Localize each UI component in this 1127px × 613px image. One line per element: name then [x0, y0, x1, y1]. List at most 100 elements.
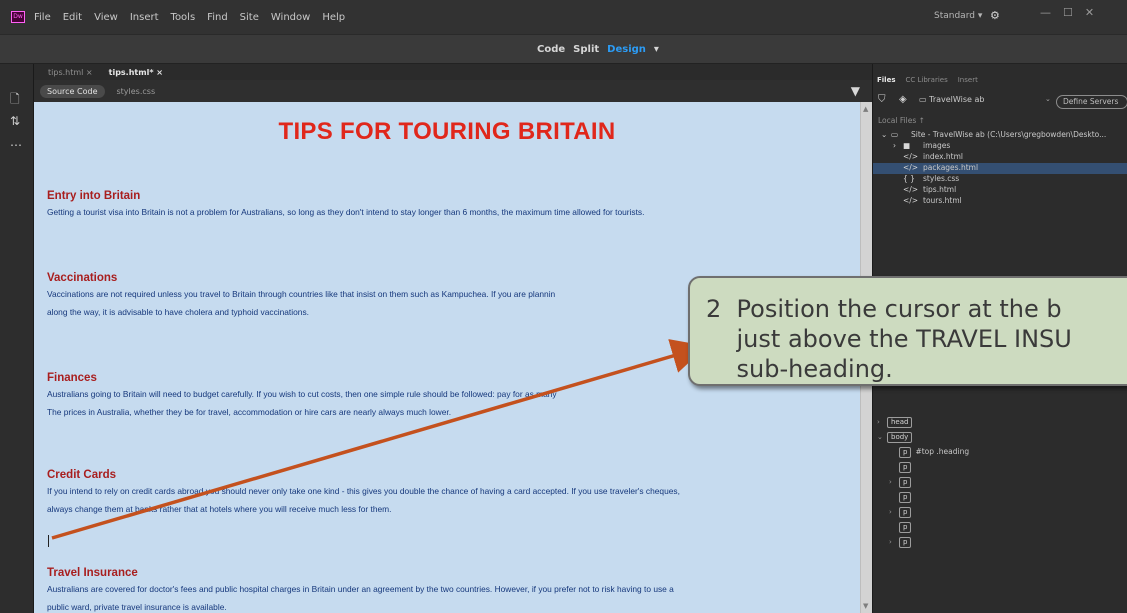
close-icon[interactable]: ×: [86, 68, 93, 77]
dom-tag: p: [899, 492, 912, 503]
expand-icon[interactable]: ›: [877, 418, 880, 426]
dom-node[interactable]: › p: [889, 537, 915, 549]
dom-node[interactable]: ⌄ body: [877, 432, 916, 444]
maximize-icon[interactable]: ☐: [1063, 6, 1073, 19]
file-name: images: [923, 141, 951, 150]
dom-tag: p: [899, 477, 912, 488]
workspace-switcher[interactable]: Standard ▾: [934, 11, 982, 21]
tab-files[interactable]: Files: [877, 76, 896, 84]
dom-node[interactable]: p: [889, 462, 915, 474]
menu-item[interactable]: Insert: [130, 12, 159, 23]
file-name: index.html: [923, 152, 963, 161]
view-bar: Code Split Design ▾: [0, 34, 1127, 64]
menu-item[interactable]: Help: [322, 12, 345, 23]
menu-items: File Edit View Insert Tools Find Site Window Hel…: [34, 12, 357, 23]
section-heading: Entry into Britain: [47, 190, 141, 202]
source-code-button[interactable]: Source Code: [40, 84, 105, 98]
file-tree-row[interactable]: </> packages.html: [873, 163, 1127, 174]
filter-icon[interactable]: ▼: [851, 84, 860, 98]
view-switcher: Code Split Design ▾: [537, 44, 659, 55]
expand-icon[interactable]: ⌄: [877, 433, 883, 441]
file-type-icon: ■: [903, 141, 911, 150]
dom-node[interactable]: › p: [889, 477, 915, 489]
file-type-icon: </>: [903, 196, 919, 205]
define-servers-button[interactable]: Define Servers: [1056, 95, 1127, 109]
files-toolbar: ⛉ ◈ ▭ TravelWise ab ⌄ Define Servers: [873, 92, 1127, 112]
callout-text: 2 Position the cursor at the b just abov…: [706, 295, 1072, 383]
view-split-button[interactable]: Split: [573, 44, 599, 55]
section-body-line: Australians going to Britain will need t…: [47, 389, 557, 399]
menu-item[interactable]: Edit: [63, 12, 82, 23]
file-tree-row[interactable]: { } styles.css: [873, 174, 1127, 185]
panel-tabs: Files CC Libraries Insert: [873, 76, 978, 84]
file-tree-row[interactable]: </> index.html: [873, 152, 1127, 163]
expand-icon[interactable]: ›: [889, 538, 892, 546]
sort-icon[interactable]: ⇅: [10, 114, 20, 128]
file-type-icon: ▭: [891, 130, 899, 139]
file-type-icon: { }: [903, 174, 915, 183]
menu-item[interactable]: Tools: [171, 12, 196, 23]
scroll-down-icon[interactable]: ▼: [863, 602, 868, 610]
dreamweaver-logo-icon: Dw: [11, 11, 25, 23]
menu-bar: Dw File Edit View Insert Tools Find Site Window…: [0, 0, 1127, 34]
close-icon[interactable]: ✕: [1085, 6, 1094, 19]
section-heading: Finances: [47, 372, 97, 384]
dom-node[interactable]: › head: [877, 417, 916, 429]
file-name: packages.html: [923, 163, 979, 172]
section-body-line: If you intend to rely on credit cards ab…: [47, 486, 680, 496]
minimize-icon[interactable]: —: [1040, 6, 1051, 19]
dom-node[interactable]: p: [889, 492, 915, 504]
text-cursor: [48, 535, 49, 547]
expand-icon[interactable]: ›: [889, 508, 892, 516]
file-type-icon: </>: [903, 163, 919, 172]
file-tree-row[interactable]: › ■ images: [873, 141, 1127, 152]
file-tree-row[interactable]: ⌄ ▭ Site - TravelWise ab (C:\Users\gregbow…: [873, 130, 1127, 141]
tab-label: tips.html*: [108, 67, 154, 77]
tab-tips-html-modified[interactable]: tips.html* ×: [109, 68, 163, 77]
page-title: TIPS FOR TOURING BRITAIN: [278, 118, 616, 145]
menu-item[interactable]: Find: [207, 12, 228, 23]
expand-icon[interactable]: ›: [889, 478, 892, 486]
dom-tag: head: [887, 417, 913, 428]
section-heading: Vaccinations: [47, 272, 118, 284]
window-controls: — ☐ ✕: [1040, 6, 1094, 19]
tab-insert[interactable]: Insert: [958, 76, 978, 84]
file-type-icon: </>: [903, 185, 919, 194]
dom-tag: p: [899, 537, 912, 548]
file-tree-row[interactable]: </> tips.html: [873, 185, 1127, 196]
dom-tag: body: [887, 432, 913, 443]
styles-css-button[interactable]: styles.css: [117, 87, 156, 96]
menu-item[interactable]: Window: [271, 12, 310, 23]
dom-node[interactable]: › p: [889, 507, 915, 519]
file-name: Site - TravelWise ab (C:\Users\gregbowde…: [911, 130, 1107, 139]
view-design-button[interactable]: Design: [607, 44, 646, 55]
workspace-label: Standard: [934, 11, 975, 21]
connect-icon[interactable]: ◈: [899, 94, 907, 105]
menu-item[interactable]: Site: [240, 12, 259, 23]
tab-cc-libraries[interactable]: CC Libraries: [906, 76, 948, 84]
dom-node[interactable]: p #top .heading: [889, 447, 969, 459]
menu-item[interactable]: File: [34, 12, 51, 23]
section-heading: Travel Insurance: [47, 567, 138, 579]
scroll-up-icon[interactable]: ▲: [863, 105, 868, 113]
expand-icon[interactable]: ›: [893, 141, 896, 150]
section-body-line: Getting a tourist visa into Britain is n…: [47, 207, 645, 217]
tab-tips-html[interactable]: tips.html ×: [48, 68, 93, 77]
chevron-down-icon[interactable]: ▾: [654, 44, 659, 55]
dom-tag: p: [899, 462, 912, 473]
dom-tag: p: [899, 447, 912, 458]
chevron-down-icon[interactable]: ⌄: [1045, 95, 1051, 103]
tab-label: tips.html: [48, 67, 84, 77]
close-icon[interactable]: ×: [156, 68, 163, 77]
view-code-button[interactable]: Code: [537, 44, 565, 55]
gear-icon[interactable]: ⚙: [990, 9, 1000, 22]
file-tree-row[interactable]: </> tours.html: [873, 196, 1127, 207]
instruction-callout: 2 Position the cursor at the b just abov…: [688, 276, 1127, 386]
site-select[interactable]: ▭ TravelWise ab: [919, 95, 1061, 109]
dom-node[interactable]: p: [889, 522, 915, 534]
sync-icon[interactable]: ⛉: [878, 94, 886, 105]
menu-item[interactable]: View: [94, 12, 118, 23]
file-icon[interactable]: 🗋: [10, 90, 20, 111]
more-icon[interactable]: ⋯: [10, 138, 22, 152]
expand-icon[interactable]: ⌄: [881, 130, 887, 139]
